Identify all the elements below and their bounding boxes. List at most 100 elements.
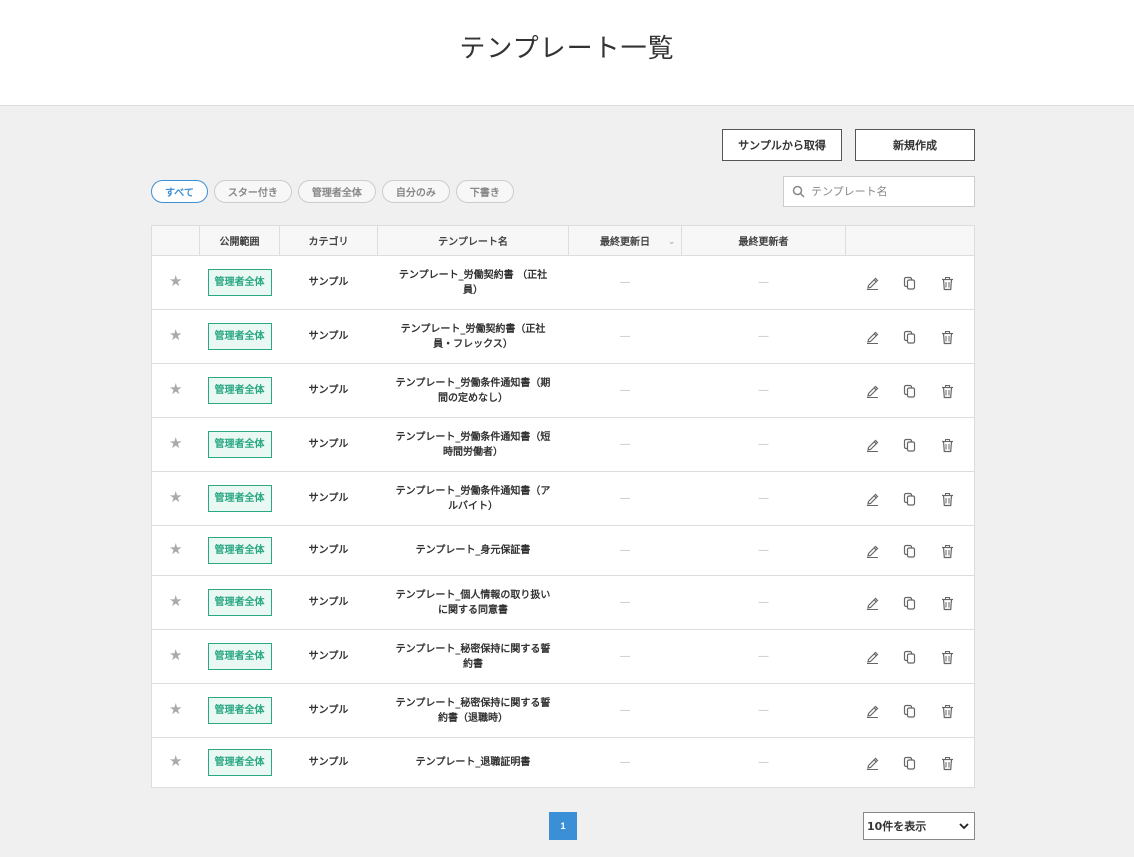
scope-badge: 管理者全体 — [207, 589, 272, 616]
trash-icon[interactable] — [940, 438, 955, 453]
table-row: ★ 管理者全体 サンプル テンプレート_個人情報の取り扱い に関する同意書 ― ― — [151, 575, 975, 630]
edit-pencil-icon[interactable] — [865, 276, 880, 291]
edit-pencil-icon[interactable] — [865, 596, 880, 611]
template-name-cell[interactable]: テンプレート_身元保証書 — [377, 525, 569, 576]
star-icon[interactable]: ★ — [169, 488, 182, 506]
trash-icon[interactable] — [940, 596, 955, 611]
edit-pencil-icon[interactable] — [865, 544, 880, 559]
trash-icon[interactable] — [940, 330, 955, 345]
copy-icon[interactable] — [902, 384, 917, 399]
copy-icon[interactable] — [902, 276, 917, 291]
chevron-down-icon — [959, 822, 969, 829]
star-icon[interactable]: ★ — [169, 540, 182, 558]
template-name-cell[interactable]: テンプレート_労働契約書（正社 員・フレックス） — [377, 309, 569, 364]
template-name-cell[interactable]: テンプレート_労働条件通知書（期 間の定めなし） — [377, 363, 569, 418]
copy-icon[interactable] — [902, 596, 917, 611]
actions-cell — [845, 575, 975, 630]
scope-cell: 管理者全体 — [199, 629, 280, 684]
filter-chips: すべて スター付き 管理者全体 自分のみ 下書き — [151, 180, 514, 203]
template-name-cell[interactable]: テンプレート_労働契約書 （正社 員） — [377, 255, 569, 310]
search-input[interactable] — [811, 185, 961, 198]
copy-icon[interactable] — [902, 650, 917, 665]
template-name-line: 員・フレックス） — [433, 338, 513, 350]
template-name-line: 員） — [463, 284, 483, 296]
category-cell: サンプル — [279, 363, 378, 418]
star-icon[interactable]: ★ — [169, 700, 182, 718]
trash-icon[interactable] — [940, 704, 955, 719]
template-name-cell[interactable]: テンプレート_個人情報の取り扱い に関する同意書 — [377, 575, 569, 630]
filter-chip-starred[interactable]: スター付き — [213, 180, 292, 203]
filter-chip-draft[interactable]: 下書き — [455, 180, 514, 203]
star-icon[interactable]: ★ — [169, 646, 182, 664]
actions-cell — [845, 255, 975, 310]
get-from-sample-button[interactable]: サンプルから取得 — [722, 129, 842, 161]
template-name-cell[interactable]: テンプレート_退職証明書 — [378, 738, 569, 788]
actions-cell — [845, 309, 975, 364]
filter-chip-admin-all[interactable]: 管理者全体 — [297, 180, 376, 203]
edit-pencil-icon[interactable] — [865, 384, 880, 399]
filter-chip-all[interactable]: すべて — [151, 180, 208, 203]
trash-icon[interactable] — [940, 650, 955, 665]
sort-caret-icon: ⌄ — [668, 237, 675, 246]
category-cell: サンプル — [279, 683, 378, 738]
star-cell: ★ — [151, 683, 200, 738]
edit-pencil-icon[interactable] — [865, 650, 880, 665]
star-icon[interactable]: ★ — [169, 434, 182, 452]
edit-pencil-icon[interactable] — [865, 704, 880, 719]
updater-cell: ― — [681, 525, 846, 576]
star-icon[interactable]: ★ — [169, 592, 182, 610]
copy-icon[interactable] — [902, 492, 917, 507]
trash-icon[interactable] — [940, 756, 955, 771]
copy-icon[interactable] — [902, 438, 917, 453]
scope-badge: 管理者全体 — [207, 323, 272, 350]
template-name-line: テンプレート_身元保証書 — [415, 545, 531, 556]
copy-icon[interactable] — [902, 704, 917, 719]
create-new-button[interactable]: 新規作成 — [855, 129, 975, 161]
updated-date-cell: ― — [568, 683, 682, 738]
copy-icon[interactable] — [902, 330, 917, 345]
scope-cell: 管理者全体 — [199, 471, 280, 526]
updated-date-cell: ― — [568, 417, 682, 472]
star-icon[interactable]: ★ — [169, 326, 182, 344]
updated-date-cell: ― — [568, 309, 682, 364]
scope-cell: 管理者全体 — [199, 309, 280, 364]
actions-cell — [846, 738, 975, 788]
template-name-cell[interactable]: テンプレート_秘密保持に関する誓 約書（退職時） — [377, 683, 569, 738]
star-cell: ★ — [151, 575, 200, 630]
page-header: テンプレート一覧 — [0, 0, 1134, 106]
edit-pencil-icon[interactable] — [865, 492, 880, 507]
category-cell: サンプル — [279, 417, 378, 472]
copy-icon[interactable] — [902, 756, 917, 771]
edit-pencil-icon[interactable] — [865, 330, 880, 345]
trash-icon[interactable] — [940, 544, 955, 559]
star-icon[interactable]: ★ — [169, 380, 182, 398]
scope-badge: 管理者全体 — [207, 377, 272, 404]
star-icon[interactable]: ★ — [169, 752, 182, 770]
per-page-select[interactable]: 10件を表示 — [863, 812, 975, 840]
trash-icon[interactable] — [940, 384, 955, 399]
template-name-cell[interactable]: テンプレート_労働条件通知書（ア ルバイト） — [377, 471, 569, 526]
template-name-cell[interactable]: テンプレート_労働条件通知書（短 時間労働者） — [377, 417, 569, 472]
scope-cell: 管理者全体 — [199, 363, 280, 418]
actions-cell — [845, 363, 975, 418]
template-name-line: 約書 — [463, 658, 483, 670]
updater-cell: ― — [758, 757, 769, 768]
page-button[interactable]: 1 — [549, 812, 577, 840]
updater-cell: ― — [681, 683, 846, 738]
scope-cell: 管理者全体 — [199, 525, 280, 576]
trash-icon[interactable] — [940, 276, 955, 291]
header-updated-date[interactable]: 最終更新日 ⌄ — [568, 225, 682, 256]
table-body: ★ 管理者全体 サンプル テンプレート_労働契約書 （正社 員） ― ― ★ 管理… — [151, 255, 975, 788]
edit-pencil-icon[interactable] — [865, 756, 880, 771]
template-name-line: に関する同意書 — [438, 604, 508, 616]
trash-icon[interactable] — [940, 492, 955, 507]
template-name-cell[interactable]: テンプレート_秘密保持に関する誓 約書 — [377, 629, 569, 684]
table-header-row: 公開範囲 カテゴリ テンプレート名 最終更新日 ⌄ 最終更新者 — [151, 225, 975, 256]
search-box[interactable] — [783, 176, 975, 207]
table-row: ★ 管理者全体 サンプル テンプレート_身元保証書 ― ― — [151, 525, 975, 576]
filter-chip-mine[interactable]: 自分のみ — [381, 180, 450, 203]
copy-icon[interactable] — [902, 544, 917, 559]
star-icon[interactable]: ★ — [169, 272, 182, 290]
category-cell: サンプル — [279, 525, 378, 576]
edit-pencil-icon[interactable] — [865, 438, 880, 453]
